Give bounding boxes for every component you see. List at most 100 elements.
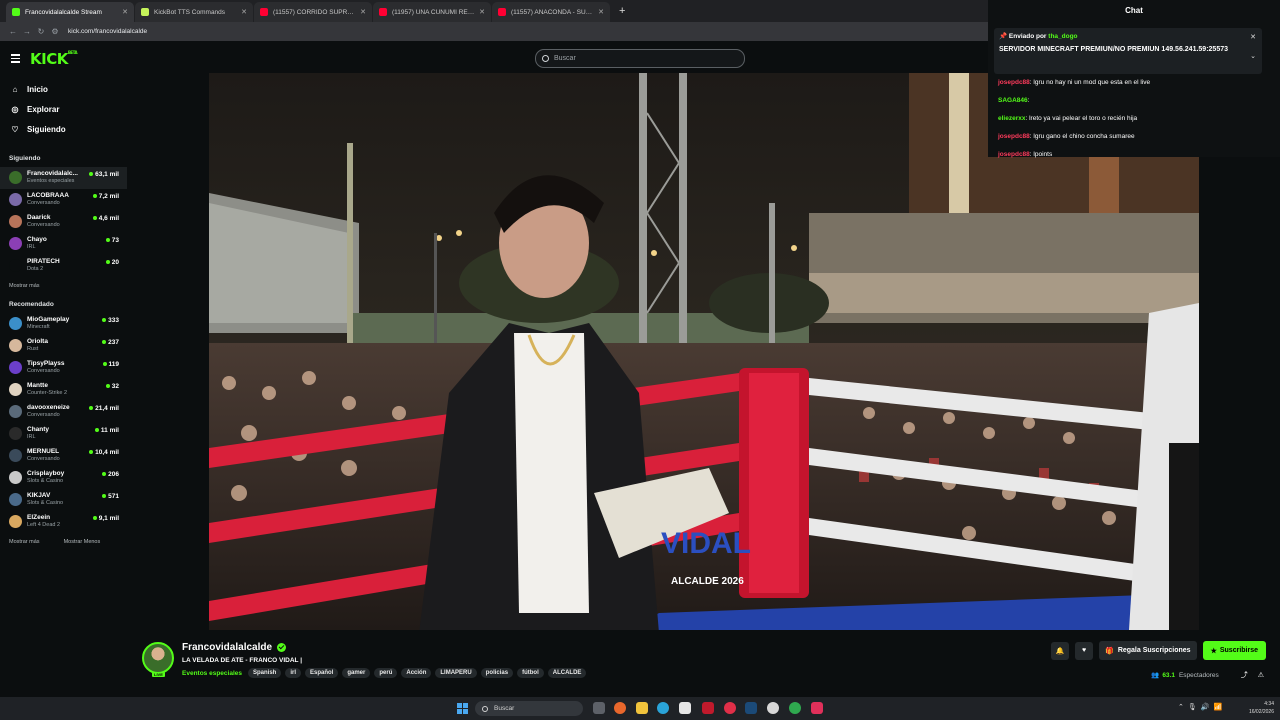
site-info-icon[interactable]: ⚙ (48, 27, 62, 36)
stream-tag[interactable]: fútbol (517, 668, 544, 678)
sidebar-channel[interactable]: Chayo IRL 73 (0, 233, 127, 255)
chat-username[interactable]: josepdc88 (998, 79, 1030, 86)
sidebar-channel[interactable]: ElZeein Left 4 Dead 2 9,1 mil (0, 511, 127, 533)
category-link[interactable]: Eventos especiales (182, 670, 242, 677)
sidebar-channel[interactable]: LACOBRAAA Conversando 7,2 mil (0, 189, 127, 211)
follow-heart-button[interactable]: ♥ (1075, 641, 1094, 660)
stream-tag[interactable]: LIMAPERU (435, 668, 477, 678)
tab-favicon-icon (379, 8, 387, 16)
stream-tag[interactable]: irl (285, 668, 301, 678)
stream-tag[interactable]: Español (305, 668, 339, 678)
steam-icon[interactable] (745, 702, 757, 714)
stream-tag[interactable]: ALCALDE (547, 668, 587, 678)
following-heading: Siguiendo (9, 155, 41, 162)
pin-icon: 📌 (999, 33, 1008, 40)
store-icon[interactable] (679, 702, 691, 714)
recommended-list: MioGameplay Minecraft 333 Oriolta Rust 237 Tip… (0, 313, 127, 533)
url-field[interactable]: kick.com/francovidalalcalde (68, 28, 147, 35)
browser-tab[interactable]: (11957) UNA CUNUMI REMIX ✕ (373, 2, 491, 22)
stream-tag[interactable]: gamer (342, 668, 371, 678)
sidebar-channel[interactable]: KIKJAV Slots & Casino 571 (0, 489, 127, 511)
browser-tab[interactable]: (11557) ANACONDA - SUPREM ✕ (492, 2, 610, 22)
chat-username[interactable]: SAGA846 (998, 97, 1028, 104)
nav-explore[interactable]: ◎ Explorar (0, 99, 127, 119)
chevron-down-icon[interactable]: ⌄ (1250, 52, 1256, 60)
new-tab-icon[interactable]: + (619, 2, 625, 22)
channel-name: Francovidalalc... (27, 170, 78, 177)
stream-tag[interactable]: Acción (401, 668, 432, 678)
nav-following[interactable]: ♡ Siguiendo (0, 119, 127, 139)
sidebar-channel[interactable]: TipsyPlayss Conversando 119 (0, 357, 127, 379)
pinned-message[interactable]: 📌 Enviado por tha_dogo SERVIDOR MINECRAF… (994, 28, 1262, 74)
live-dot-icon (102, 472, 107, 477)
channel-avatar[interactable]: LIVE (142, 642, 174, 677)
sidebar-channel[interactable]: PIRATECH Dota 2 20 (0, 255, 127, 277)
kick-logo[interactable]: KICKBETA (30, 50, 78, 68)
reload-icon[interactable]: ↻ (34, 27, 48, 36)
unpin-icon[interactable]: ✕ (1250, 33, 1256, 41)
edge-icon[interactable] (657, 702, 669, 714)
subscribe-button[interactable]: ★ Suscribirse (1202, 641, 1266, 660)
chat-username[interactable]: josepdc88 (998, 151, 1030, 158)
nav-home[interactable]: ⌂ Inicio (0, 79, 127, 99)
channel-name[interactable]: Francovidalalcalde (182, 642, 287, 653)
viewer-count: 571 (108, 493, 119, 500)
firefox-icon[interactable] (614, 702, 626, 714)
windows-start-icon[interactable] (457, 703, 468, 714)
tab-label: KickBot TTS Commands (154, 8, 226, 16)
browser-tab[interactable]: KickBot TTS Commands ✕ (135, 2, 253, 22)
chat-username[interactable]: josepdc88 (998, 133, 1030, 140)
chat-text: lpoints (1033, 151, 1053, 158)
tiktok-icon[interactable] (811, 702, 823, 714)
close-tab-icon[interactable]: ✕ (598, 8, 604, 16)
browser-tab[interactable]: (11557) CORRIDO SUPREMO - ✕ (254, 2, 372, 22)
sidebar-channel[interactable]: MioGameplay Minecraft 333 (0, 313, 127, 335)
taskview-icon[interactable] (593, 702, 605, 714)
show-less-button[interactable]: Mostrar Menos (64, 539, 101, 545)
sidebar-channel[interactable]: Crisplayboy Slots & Casino 206 (0, 467, 127, 489)
browser-tab[interactable]: Francovidalalcalde Stream ✕ (6, 2, 134, 22)
forward-icon[interactable]: → (20, 27, 34, 36)
close-tab-icon[interactable]: ✕ (360, 8, 366, 16)
tab-label: (11557) ANACONDA - SUPREM (511, 8, 594, 16)
sidebar-channel[interactable]: Daarick Conversando 4,6 mil (0, 211, 127, 233)
system-tray-icons[interactable]: ⌃🎙🔊📶 (1178, 703, 1226, 711)
following-list: Francovidalalc... Eventos especiales 63,1 … (0, 167, 127, 277)
sidebar-channel[interactable]: davooxeneize Conversando 21,4 mil (0, 401, 127, 423)
search-input[interactable]: Buscar (535, 49, 745, 68)
clock[interactable]: 4:34 16/02/2026 (1249, 700, 1274, 716)
notification-bell-button[interactable]: 🔔 (1051, 641, 1070, 660)
back-icon[interactable]: ← (6, 27, 20, 36)
github-icon[interactable] (767, 702, 779, 714)
gift-subs-button[interactable]: 🎁 Regala Suscripciones (1099, 641, 1197, 660)
sidebar-channel[interactable]: Oriolta Rust 237 (0, 335, 127, 357)
close-tab-icon[interactable]: ✕ (122, 8, 128, 16)
share-icon[interactable]: ⤴ (1241, 670, 1248, 680)
live-dot-icon (94, 428, 99, 433)
sidebar-channel[interactable]: Mantte Counter-Strike 2 32 (0, 379, 127, 401)
menu-icon[interactable] (11, 54, 20, 65)
sidebar-channel[interactable]: MERNUEL Conversando 10,4 mil (0, 445, 127, 467)
sidebar-channel[interactable]: Francovidalalc... Eventos especiales 63,1 … (0, 167, 127, 189)
channel-category: Conversando (27, 368, 60, 374)
youtube-icon[interactable] (724, 702, 736, 714)
file-explorer-icon[interactable] (636, 702, 648, 714)
pinned-user[interactable]: tha_dogo (1048, 33, 1077, 40)
chat-username[interactable]: eliezerxx (998, 115, 1025, 122)
stream-tag[interactable]: perú (374, 668, 398, 678)
channel-name: Mantte (27, 382, 48, 389)
recommended-more-controls: Mostrar más Mostrar Menos (0, 535, 127, 549)
app-red-icon[interactable] (702, 702, 714, 714)
show-more-button[interactable]: Mostrar más (9, 539, 40, 545)
close-tab-icon[interactable]: ✕ (241, 8, 247, 16)
channel-info-bar: LIVE Francovidalalcalde LA VELADA DE ATE… (127, 630, 1280, 695)
viewers-icon: 👥 (1151, 672, 1160, 679)
stream-tag[interactable]: Spanish (247, 668, 282, 678)
taskbar-search[interactable]: Buscar (475, 701, 583, 716)
sidebar-channel[interactable]: Chanty IRL 11 mil (0, 423, 127, 445)
close-tab-icon[interactable]: ✕ (479, 8, 485, 16)
stream-tag[interactable]: policias (480, 668, 514, 678)
following-show-more[interactable]: Mostrar más (0, 279, 127, 293)
chrome-icon[interactable] (789, 702, 801, 714)
report-icon[interactable]: ⚠ (1258, 671, 1264, 679)
